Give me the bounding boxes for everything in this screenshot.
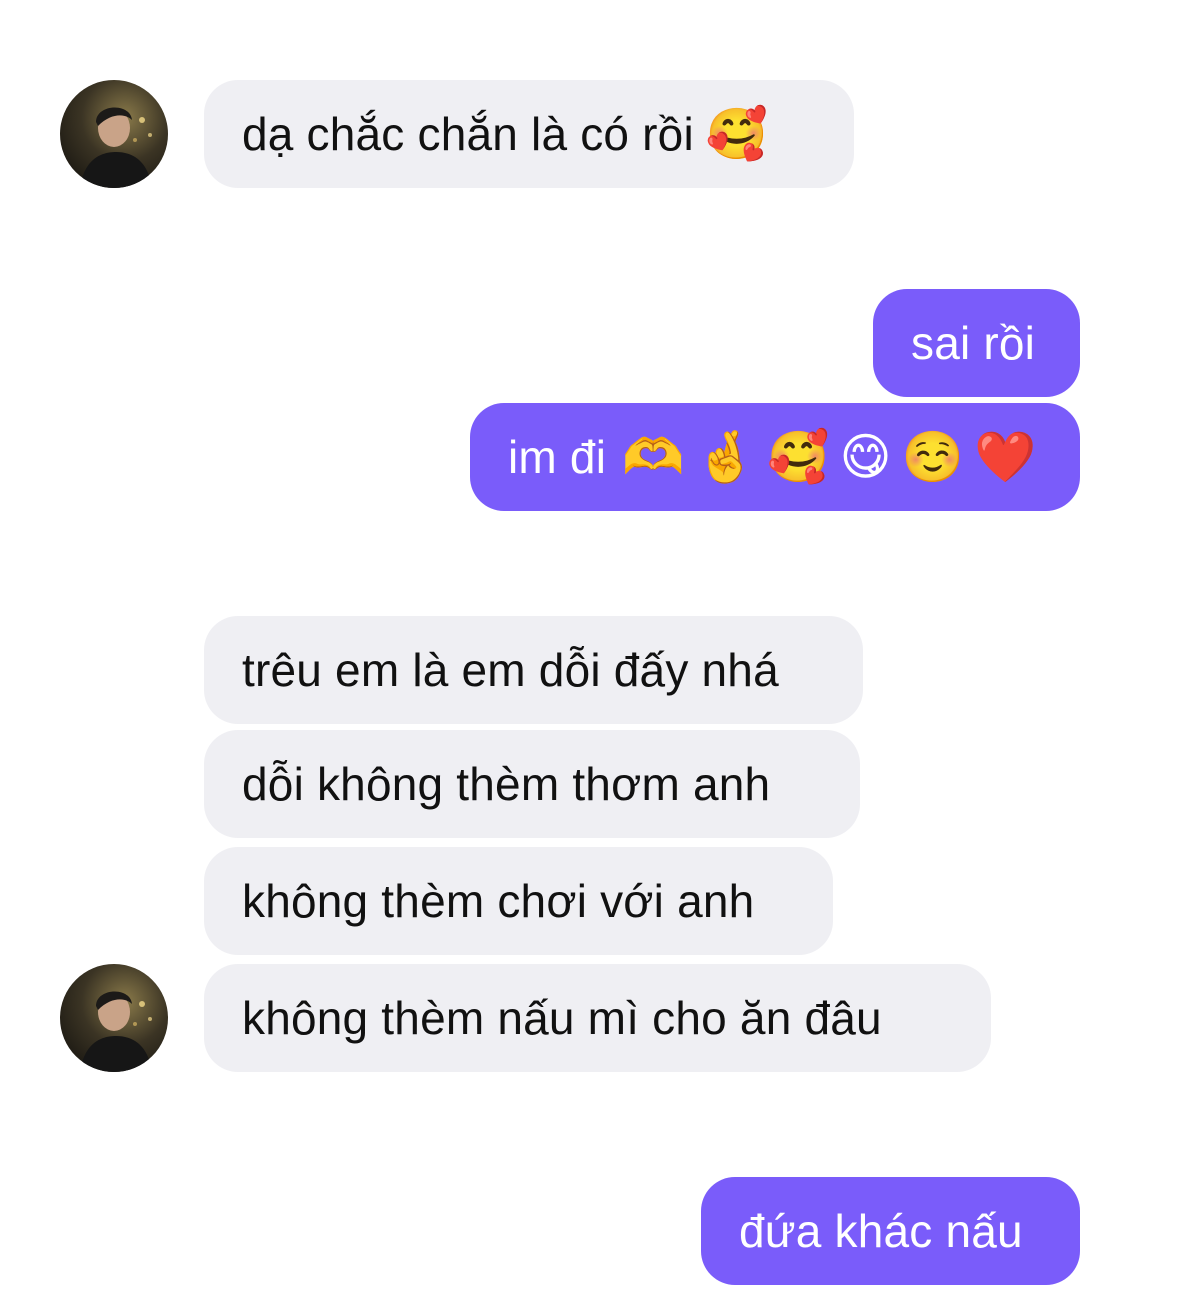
message-text: trêu em là em dỗi đấy nhá <box>242 644 779 696</box>
heart-hands-icon: 🫶 <box>622 429 685 485</box>
incoming-message-bubble[interactable]: trêu em là em dỗi đấy nhá <box>204 616 863 724</box>
face-savoring-food-icon: 😋 <box>839 429 892 485</box>
contact-avatar[interactable] <box>60 964 168 1072</box>
incoming-message-bubble[interactable]: dạ chắc chắn là có rồi 🥰 <box>204 80 854 188</box>
smiling-face-with-hearts-icon: 🥰 <box>705 106 769 162</box>
outgoing-message-bubble[interactable]: đứa khác nấu <box>701 1177 1080 1285</box>
incoming-message-bubble[interactable]: không thèm nấu mì cho ăn đâu <box>204 964 991 1072</box>
outgoing-message-bubble[interactable]: im đi 🫶 🤞 🥰 😋 ☺️ ❤️ <box>470 403 1080 511</box>
outgoing-message-bubble[interactable]: sai rồi <box>873 289 1080 397</box>
contact-avatar[interactable] <box>60 80 168 188</box>
smiling-face-icon: ☺️ <box>901 429 965 485</box>
message-text: im đi <box>508 431 607 483</box>
red-heart-icon: ❤️ <box>974 429 1037 485</box>
message-text: không thèm chơi với anh <box>242 875 755 927</box>
crossed-fingers-icon: 🤞 <box>694 429 758 485</box>
message-text: đứa khác nấu <box>739 1205 1023 1257</box>
incoming-message-bubble[interactable]: không thèm chơi với anh <box>204 847 833 955</box>
smiling-face-with-hearts-icon: 🥰 <box>767 429 830 485</box>
message-text: không thèm nấu mì cho ăn đâu <box>242 992 882 1044</box>
incoming-message-bubble[interactable]: dỗi không thèm thơm anh <box>204 730 860 838</box>
chat-thread: dạ chắc chắn là có rồi 🥰 sai rồi im đi 🫶… <box>0 0 1190 1303</box>
message-text: dỗi không thèm thơm anh <box>242 758 771 810</box>
message-text: sai rồi <box>911 317 1036 369</box>
message-text: dạ chắc chắn là có rồi <box>242 108 694 160</box>
